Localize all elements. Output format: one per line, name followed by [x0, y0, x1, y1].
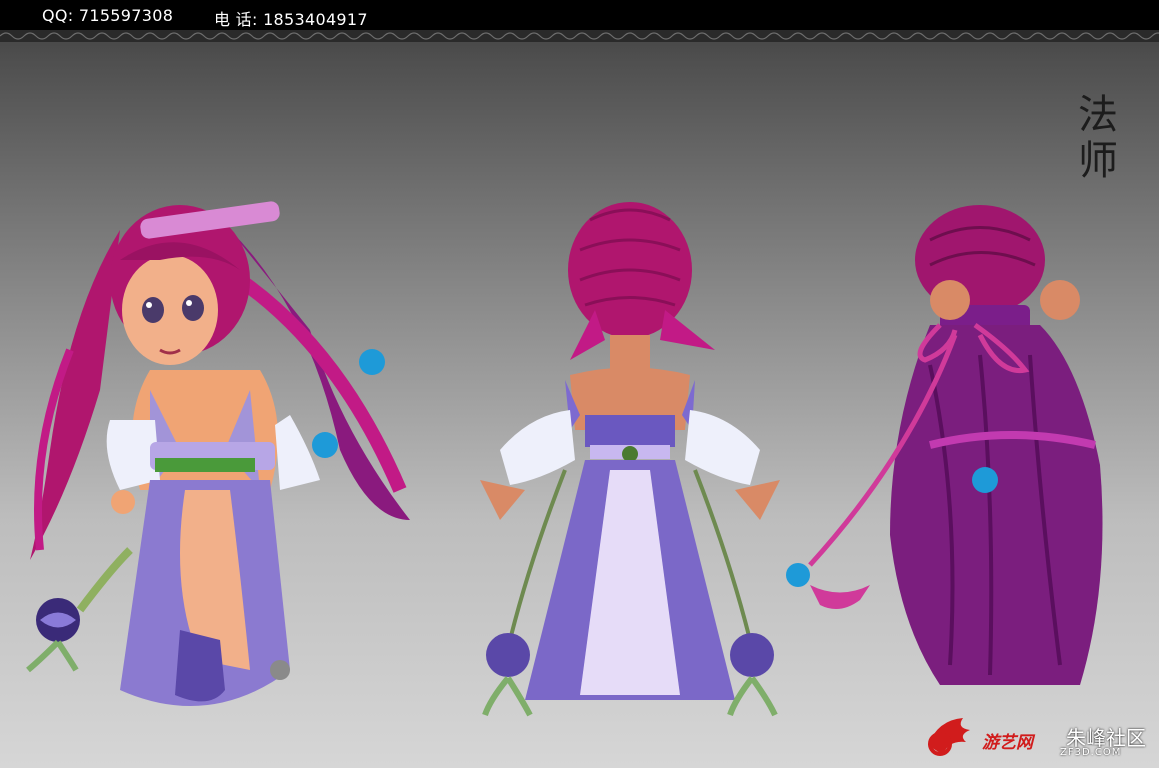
- contact-bar: QQ: 715597308 电 话: 1853404917: [0, 0, 1159, 30]
- decorative-border: [0, 30, 1159, 42]
- character-sheet: QQ: 715597308 电 话: 1853404917 法师 游艺网 朱峰社…: [0, 0, 1159, 768]
- brand-name: 游艺网: [982, 733, 1033, 753]
- site-watermark: 游艺网 朱峰社区 ZF3D.COM: [918, 706, 1158, 768]
- site-url: ZF3D.COM: [1060, 747, 1122, 758]
- flame-logo-icon: [928, 718, 970, 756]
- back-view-figure: [480, 202, 780, 717]
- character-class-title: 法师: [1078, 92, 1118, 184]
- hair-detail-figure: [786, 205, 1103, 685]
- phone-number: 电 话: 1853404917: [214, 10, 368, 29]
- front-view-figure: [26, 201, 410, 706]
- qq-number: QQ: 715597308: [42, 6, 174, 25]
